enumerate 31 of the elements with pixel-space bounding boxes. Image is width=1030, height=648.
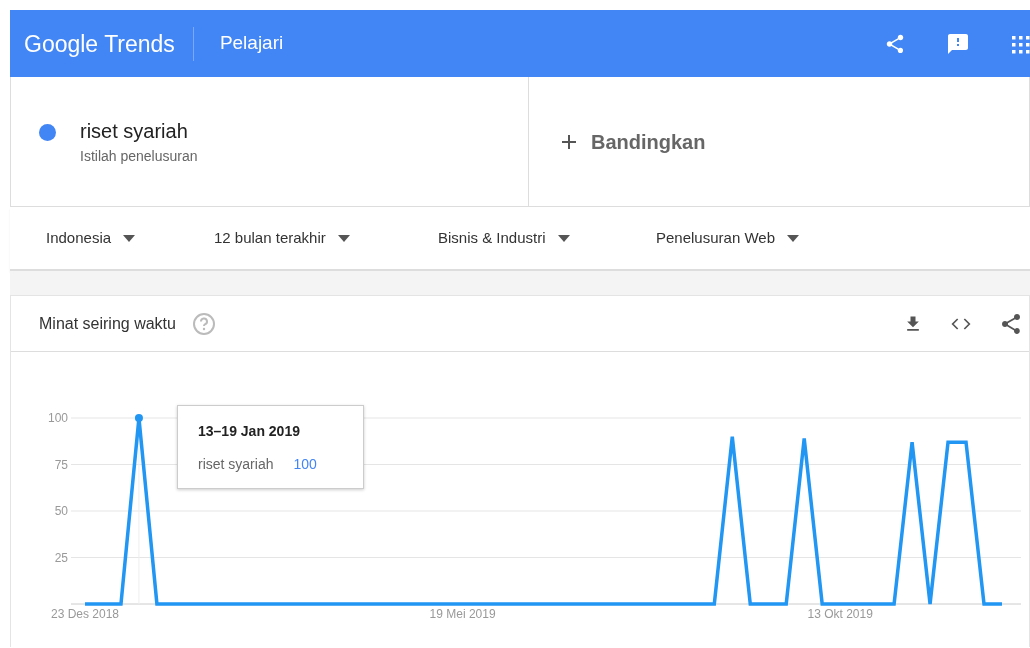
x-tick-label: 19 Mei 2019 — [429, 607, 496, 621]
x-tick-label: 13 Okt 2019 — [807, 607, 873, 621]
caret-icon — [786, 234, 799, 242]
help-icon[interactable] — [191, 311, 216, 336]
share-icon[interactable] — [999, 311, 1023, 336]
y-tick-label: 100 — [47, 411, 68, 425]
y-tick-label: 75 — [54, 457, 68, 472]
data-point[interactable] — [134, 414, 143, 422]
section-title: Pelajari — [218, 31, 284, 56]
y-tick-label: 25 — [54, 550, 68, 565]
compare-button[interactable]: Bandingkan — [591, 126, 706, 157]
tooltip-value: 100 — [293, 455, 317, 474]
tooltip-term: riset syariah — [198, 455, 274, 474]
filter-dropdown[interactable]: 12 bulan terakhir — [208, 225, 432, 251]
share-icon[interactable] — [884, 32, 906, 55]
x-tick-label: 23 Des 2018 — [50, 607, 120, 621]
caret-icon — [123, 234, 136, 242]
filter-dropdown[interactable]: Penelusuran Web — [650, 225, 820, 251]
plus-icon — [561, 133, 577, 150]
filter-dropdown[interactable]: Indonesia — [40, 225, 208, 251]
apps-icon[interactable] — [1010, 33, 1030, 54]
term-subtitle: Istilah penelusuran — [80, 147, 198, 166]
y-tick-label: 50 — [54, 504, 68, 518]
filter-dropdown[interactable]: Bisnis & Industri — [432, 225, 650, 251]
caret-icon — [557, 234, 570, 242]
logo[interactable]: Google Trends — [10, 26, 194, 61]
caret-icon — [337, 234, 350, 242]
search-term[interactable]: riset syariah — [80, 116, 198, 146]
tooltip-date: 13–19 Jan 2019 — [198, 422, 301, 441]
card-title: Minat seiring waktu — [39, 313, 176, 334]
feedback-icon[interactable] — [946, 31, 970, 56]
